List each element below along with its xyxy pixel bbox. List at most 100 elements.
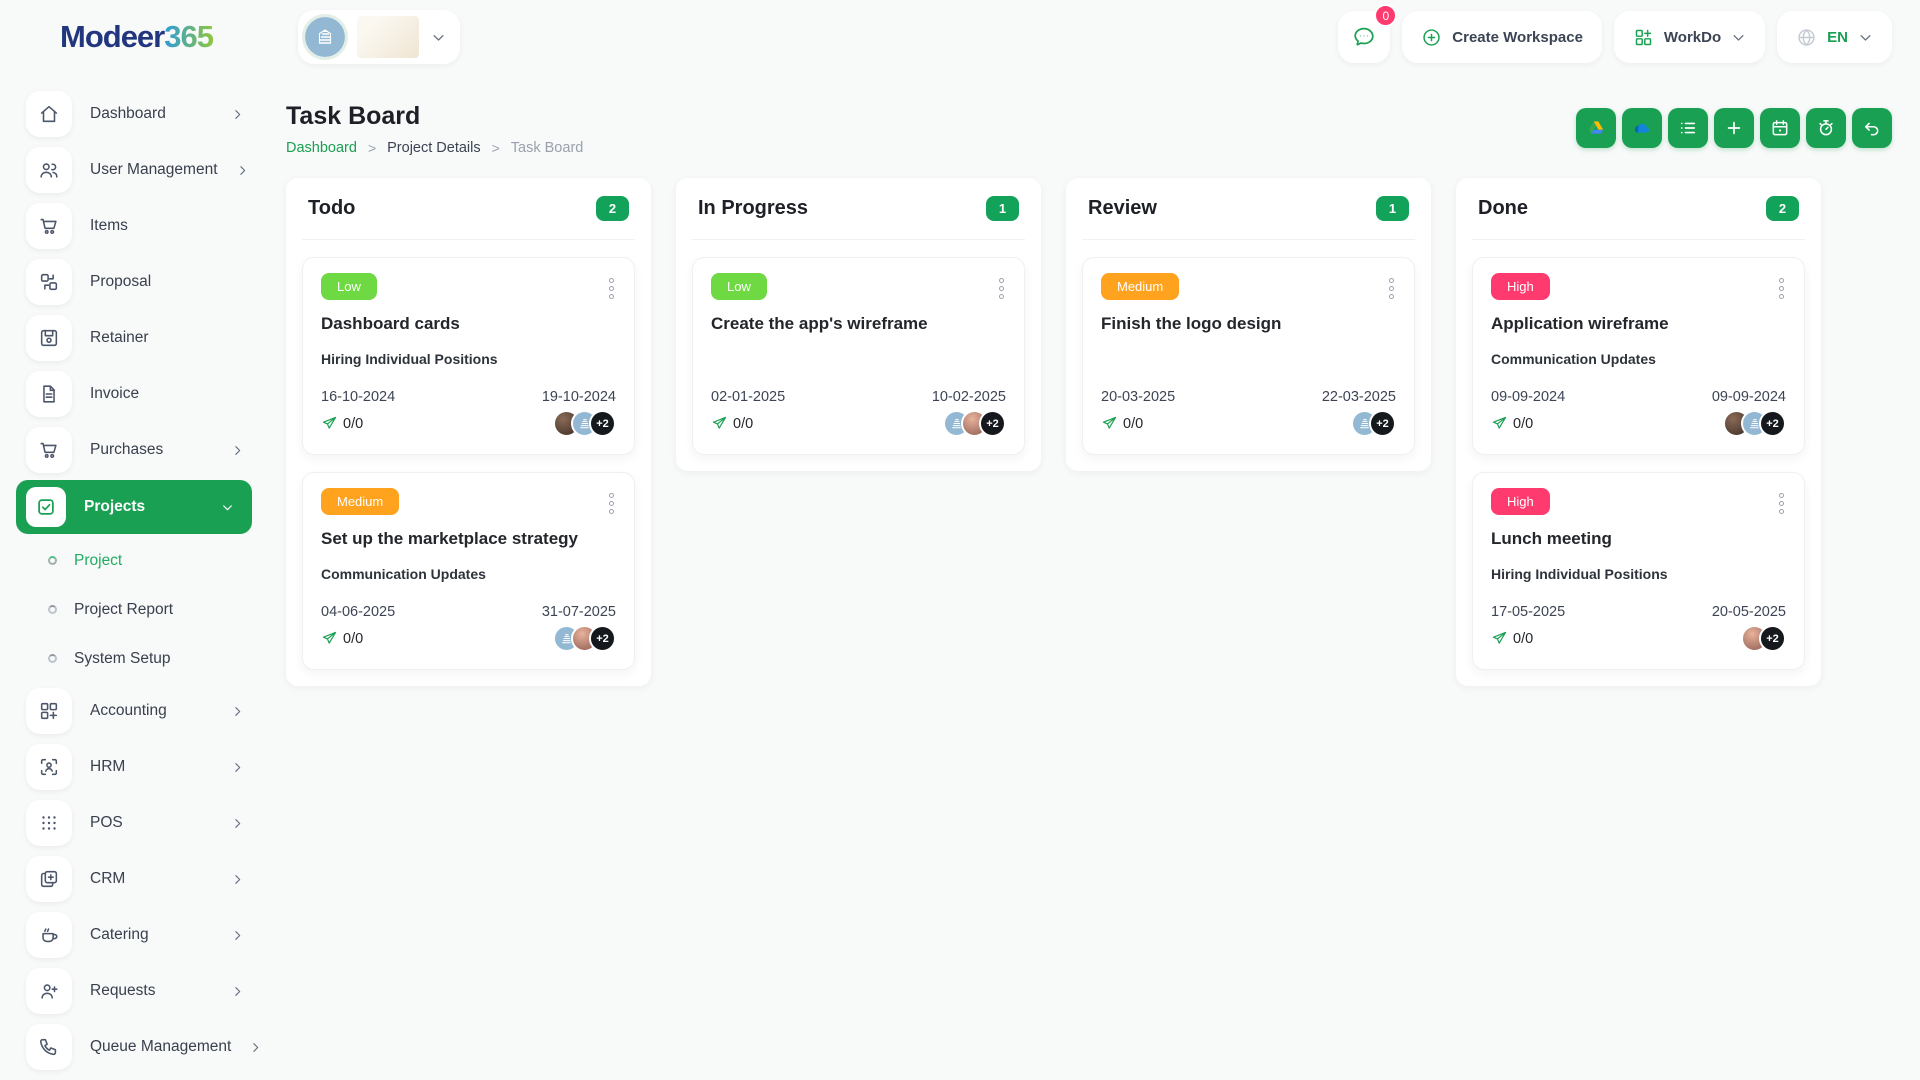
onedrive-button[interactable] [1622,108,1662,148]
bullet-icon [48,605,57,614]
onedrive-icon [1632,118,1652,138]
kebab-menu-icon[interactable] [607,488,616,519]
retainer-icon [26,315,72,361]
messages-button[interactable]: 0 [1338,4,1398,63]
sidebar-subitem-system-setup[interactable]: System Setup [16,634,272,683]
google-drive-button[interactable] [1576,108,1616,148]
column-header: Review 1 [1082,178,1415,240]
task-end-date: 19-10-2024 [541,389,616,405]
task-card-top: High [1491,488,1786,519]
sidebar-item-projects[interactable]: Projects [16,480,252,534]
accounting-icon [26,688,72,734]
top-header: Modeer365 0 Create Workspace WorkDo EN [0,0,1920,74]
create-workspace-button[interactable]: Create Workspace [1402,11,1602,63]
calendar-button[interactable] [1760,108,1800,148]
send-icon [1101,415,1118,432]
proposal-icon [26,259,72,305]
task-start-date: 20-03-2025 [1101,389,1176,405]
task-card[interactable]: Low Dashboard cards Hiring Individual Posi… [302,257,635,455]
bullet-icon [48,654,57,663]
kanban-column-done: Done 2 High Application wireframe Communicat… [1456,178,1821,686]
task-card-footer: 0/0 +2 [321,410,616,437]
task-card[interactable]: High Lunch meeting Hiring Individual Posit… [1472,472,1805,670]
column-count-badge: 1 [986,196,1019,221]
plus-circle-icon [1421,27,1442,48]
task-progress: 0/0 [1123,415,1144,432]
kebab-menu-icon[interactable] [1387,273,1396,304]
task-title: Dashboard cards [321,314,460,333]
sidebar-item-retainer[interactable]: Retainer [16,310,272,366]
kanban-column-in-progress: In Progress 1 Low Create the app's wirefram… [676,178,1041,471]
workspace-switcher[interactable] [298,10,460,64]
kebab-menu-icon[interactable] [607,273,616,304]
send-icon [321,415,338,432]
sidebar-item-queue-management[interactable]: Queue Management [16,1019,272,1075]
language-selector[interactable]: EN [1777,11,1892,63]
column-header: In Progress 1 [692,178,1025,240]
timer-button[interactable] [1806,108,1846,148]
sidebar-subitem-project-report[interactable]: Project Report [16,585,272,634]
kebab-menu-icon[interactable] [997,273,1006,304]
workdo-label: WorkDo [1663,28,1722,46]
add-task-icon [1724,118,1744,138]
notification-badge: 0 [1374,4,1398,27]
chevron-right-icon [231,929,244,942]
sidebar-item-catering[interactable]: Catering [16,907,272,963]
sidebar-item-requests[interactable]: Requests [16,963,272,1019]
task-card-footer: 0/0 +2 [321,625,616,652]
chevron-right-icon [231,705,244,718]
priority-badge: Medium [1101,273,1180,300]
building-icon [302,14,348,60]
task-dates: 17-05-2025 20-05-2025 [1491,604,1786,620]
breadcrumb-dashboard[interactable]: Dashboard [286,140,357,156]
task-card-footer: 0/0 +2 [1491,410,1786,437]
sidebar: Dashboard User Management Items Proposal Ret… [0,74,272,1075]
task-title: Set up the marketplace strategy [321,529,578,548]
task-start-date: 16-10-2024 [321,389,396,405]
sidebar-item-label: Proposal [90,273,152,290]
task-list-button[interactable] [1668,108,1708,148]
sidebar-item-label: Purchases [90,441,164,458]
kebab-menu-icon[interactable] [1777,273,1786,304]
avatar-stack: +2 [1351,410,1396,437]
sidebar-subitem-project[interactable]: Project [16,536,272,585]
chevron-right-icon: > [367,140,377,156]
sidebar-item-label: Projects [84,498,146,515]
workdo-menu-button[interactable]: WorkDo [1613,11,1766,63]
chevron-down-icon [221,501,234,514]
task-card[interactable]: Low Create the app's wireframe 02-01-2025 1… [692,257,1025,455]
undo-button[interactable] [1852,108,1892,148]
task-card[interactable]: Medium Finish the logo design 20-03-2025 22… [1082,257,1415,455]
breadcrumb-project-details[interactable]: Project Details [387,140,480,156]
task-progress-group: 0/0 [1101,415,1143,432]
sidebar-item-purchases[interactable]: Purchases [16,422,272,478]
kebab-menu-icon[interactable] [1777,488,1786,519]
brand-logo[interactable]: Modeer365 [60,19,286,55]
task-card-footer: 0/0 +2 [1491,625,1786,652]
task-card[interactable]: High Application wireframe Communication U… [1472,257,1805,455]
sidebar-item-items[interactable]: Items [16,198,272,254]
avatar-stack: +2 [943,410,1006,437]
avatar-extra-count: +2 [1759,625,1786,652]
task-end-date: 09-09-2024 [1711,389,1786,405]
sidebar-item-user-management[interactable]: User Management [16,142,272,198]
task-progress: 0/0 [1513,415,1534,432]
task-card[interactable]: Medium Set up the marketplace strategy Com… [302,472,635,670]
task-card-top: Low [711,273,1006,304]
catering-icon [26,912,72,958]
sidebar-item-dashboard[interactable]: Dashboard [16,86,272,142]
add-task-button[interactable] [1714,108,1754,148]
task-project [1101,351,1396,368]
sidebar-item-accounting[interactable]: Accounting [16,683,272,739]
queue-icon [26,1024,72,1070]
sidebar-item-invoice[interactable]: Invoice [16,366,272,422]
sidebar-item-hrm[interactable]: HRM [16,739,272,795]
sidebar-item-proposal[interactable]: Proposal [16,254,272,310]
task-end-date: 31-07-2025 [541,604,616,620]
sidebar-item-pos[interactable]: POS [16,795,272,851]
chevron-right-icon [236,164,249,177]
task-title: Finish the logo design [1101,314,1282,333]
sidebar-item-crm[interactable]: CRM [16,851,272,907]
undo-icon [1862,118,1882,138]
invoice-icon [26,371,72,417]
